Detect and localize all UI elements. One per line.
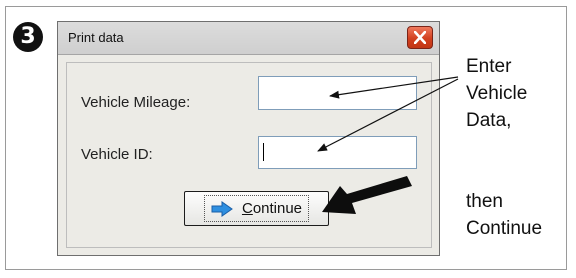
vehicle-mileage-label: Vehicle Mileage: (81, 94, 191, 111)
annotation-then-continue: then Continue (466, 188, 542, 242)
close-x-icon (414, 31, 426, 44)
vehicle-mileage-input[interactable] (258, 76, 417, 110)
text-caret (263, 143, 264, 161)
annotation-line: then (466, 191, 503, 212)
continue-button-label: Continue (241, 200, 303, 217)
annotation-line: Enter (466, 56, 512, 77)
arrow-right-icon (211, 200, 233, 217)
annotation-line: Continue (466, 218, 543, 239)
close-button[interactable] (407, 26, 433, 49)
step-number: 3 (20, 24, 36, 49)
annotation-enter-vehicle-data: Enter Vehicle Data, (466, 53, 527, 134)
dialog-titlebar: Print data (58, 22, 439, 55)
step-number-badge: 3 (13, 22, 43, 52)
dialog-title: Print data (68, 30, 124, 45)
annotation-line: Vehicle (466, 83, 528, 104)
vehicle-id-label: Vehicle ID: (81, 146, 153, 163)
continue-button[interactable]: Continue (184, 191, 329, 226)
print-data-dialog: Print data Vehicle Mileage: Vehicle ID: … (57, 21, 440, 256)
annotation-line: Data, (466, 110, 512, 131)
vehicle-id-input[interactable] (258, 136, 417, 169)
continue-button-focus: Continue (203, 195, 310, 222)
